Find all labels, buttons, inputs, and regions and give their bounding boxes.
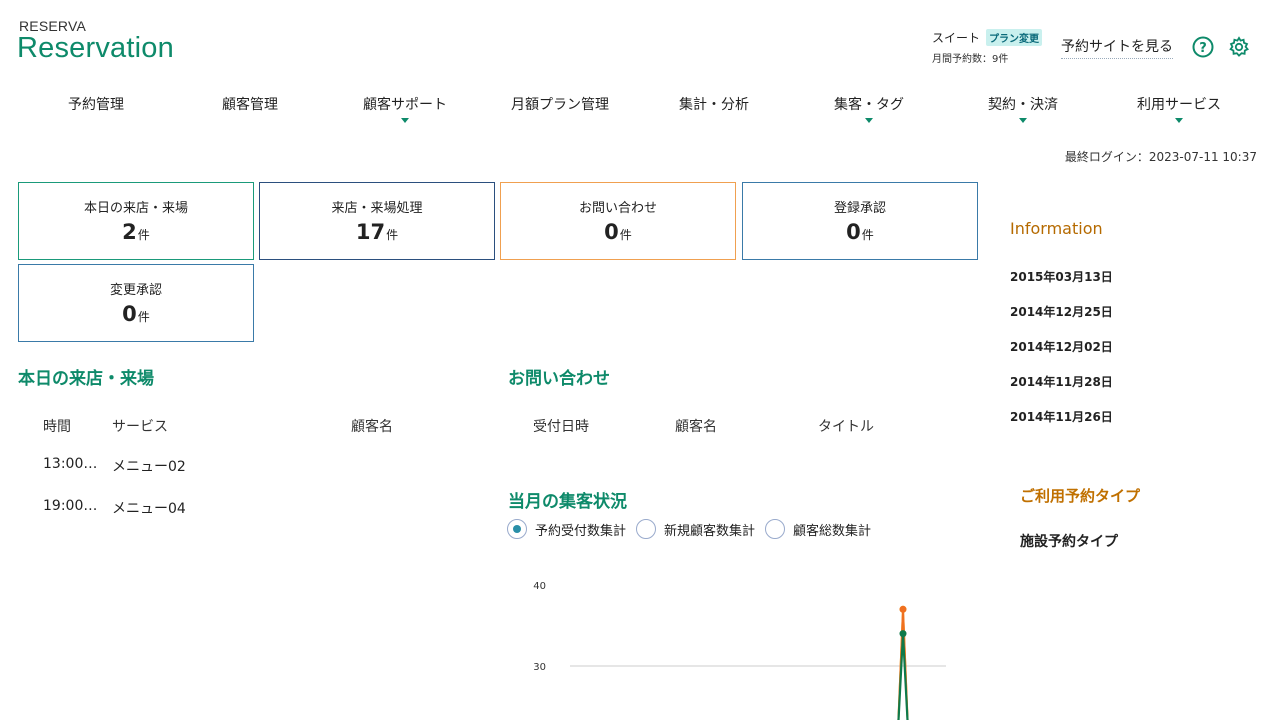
info-date-link[interactable]: 2014年11月26日 xyxy=(1010,408,1113,425)
last-login: 最終ログイン：2023-07-11 10:37 xyxy=(1064,150,1257,164)
radio-label: 新規顧客数集計 xyxy=(664,523,756,539)
card-label: 変更承認 xyxy=(109,283,162,298)
nav-label: 顧客管理 xyxy=(222,97,278,113)
chevron-down-icon xyxy=(865,118,873,123)
plan-name: スイート xyxy=(932,31,981,45)
nav-label: 集客・タグ xyxy=(834,97,904,113)
column-header-time: 時間 xyxy=(43,419,71,435)
column-header-title: タイトル xyxy=(818,419,874,435)
nav-contracts-payments[interactable]: 契約・決済 xyxy=(948,94,1098,123)
plan-info: スイート プラン変更 月間予約数：9件 xyxy=(932,29,1043,65)
data-point[interactable] xyxy=(899,630,907,638)
radio-button[interactable] xyxy=(507,519,527,539)
radio-reservations[interactable]: 予約受付数集計 xyxy=(507,519,626,539)
reservation-type-title: ご利用予約タイプ xyxy=(1020,487,1141,505)
info-date-link[interactable]: 2014年11月28日 xyxy=(1010,373,1113,390)
monthly-status-title: 当月の集客状況 xyxy=(508,492,627,512)
nav-label: 集計・分析 xyxy=(679,97,749,113)
information-title: Information xyxy=(1010,219,1103,238)
nav-monthly-plans[interactable]: 月額プラン管理 xyxy=(485,94,635,114)
nav-customer-support[interactable]: 顧客サポート xyxy=(330,94,480,123)
nav-label: 月額プラン管理 xyxy=(511,97,609,113)
column-header-customer: 顧客名 xyxy=(675,419,717,435)
card-unit: 件 xyxy=(137,228,150,242)
card-value: 2 xyxy=(122,220,137,244)
info-date-link[interactable]: 2014年12月02日 xyxy=(1010,338,1113,355)
column-header-customer: 顧客名 xyxy=(351,419,393,435)
view-booking-site-link[interactable]: 予約サイトを見る xyxy=(1061,36,1173,59)
data-point[interactable] xyxy=(899,605,907,613)
main-nav: 予約管理 顧客管理 顧客サポート 月額プラン管理 集計・分析 集客・タグ 契約・… xyxy=(18,94,1258,124)
card-value: 0 xyxy=(604,220,619,244)
nav-label: 利用サービス xyxy=(1137,97,1221,113)
card-visit-processing[interactable]: 来店・来場処理 17件 xyxy=(259,182,495,260)
nav-customers[interactable]: 顧客管理 xyxy=(175,94,325,114)
monthly-chart: 40 30 xyxy=(533,581,946,720)
info-date-link[interactable]: 2014年12月25日 xyxy=(1010,303,1113,320)
chevron-down-icon xyxy=(1175,118,1183,123)
question-circle-icon[interactable]: ? xyxy=(1192,36,1214,58)
nav-label: 契約・決済 xyxy=(988,97,1058,113)
card-unit: 件 xyxy=(619,228,632,242)
card-label: 登録承認 xyxy=(833,201,886,216)
nav-services[interactable]: 利用サービス xyxy=(1104,94,1254,123)
card-value: 0 xyxy=(122,302,137,326)
y-tick-label: 30 xyxy=(533,662,546,673)
svg-text:?: ? xyxy=(1199,41,1207,56)
reservation-type-value: 施設予約タイプ xyxy=(1020,534,1118,550)
chevron-down-icon xyxy=(1019,118,1027,123)
card-unit: 件 xyxy=(861,228,874,242)
card-value: 0 xyxy=(846,220,861,244)
nav-label: 予約管理 xyxy=(68,97,124,113)
row-service: メニュー04 xyxy=(112,501,186,517)
card-unit: 件 xyxy=(137,310,150,324)
row-time: 19:00… xyxy=(43,498,98,514)
radio-button[interactable] xyxy=(636,519,657,539)
row-service: メニュー02 xyxy=(112,459,186,475)
radio-button[interactable] xyxy=(765,519,786,539)
column-header-received: 受付日時 xyxy=(533,419,589,435)
card-today-visits[interactable]: 本日の来店・来場 2件 xyxy=(18,182,254,260)
row-time: 13:00… xyxy=(43,456,98,472)
card-change-approval[interactable]: 変更承認 0件 xyxy=(18,264,254,342)
card-value: 17 xyxy=(355,220,386,244)
nav-analytics[interactable]: 集計・分析 xyxy=(639,94,789,114)
y-tick-label: 40 xyxy=(533,581,546,592)
radio-label: 顧客総数集計 xyxy=(793,523,872,539)
card-label: 来店・来場処理 xyxy=(331,201,423,216)
card-registration-approval[interactable]: 登録承認 0件 xyxy=(742,182,978,260)
chevron-down-icon xyxy=(401,118,409,123)
card-inquiries[interactable]: お問い合わせ 0件 xyxy=(500,182,736,260)
nav-marketing-tags[interactable]: 集客・タグ xyxy=(794,94,944,123)
gear-icon[interactable] xyxy=(1228,36,1250,58)
column-header-service: サービス xyxy=(112,419,168,435)
radio-total-customers[interactable]: 顧客総数集計 xyxy=(765,519,871,539)
info-date-link[interactable]: 2015年03月13日 xyxy=(1010,268,1113,285)
card-label: 本日の来店・来場 xyxy=(83,201,188,216)
nav-reservations[interactable]: 予約管理 xyxy=(21,94,171,114)
card-unit: 件 xyxy=(386,228,399,242)
inquiries-title: お問い合わせ xyxy=(508,369,610,389)
radio-new-customers[interactable]: 新規顧客数集計 xyxy=(636,519,755,539)
today-visits-title: 本日の来店・来場 xyxy=(18,369,154,389)
logo[interactable]: Reservation xyxy=(17,32,174,65)
radio-label: 予約受付数集計 xyxy=(535,523,627,539)
card-label: お問い合わせ xyxy=(578,201,657,216)
plan-change-button[interactable]: プラン変更 xyxy=(986,29,1043,46)
nav-label: 顧客サポート xyxy=(363,97,447,113)
monthly-booking-count: 月間予約数：9件 xyxy=(932,54,1009,65)
aggregation-radio-group: 予約受付数集計 新規顧客数集計 顧客総数集計 xyxy=(507,519,881,539)
